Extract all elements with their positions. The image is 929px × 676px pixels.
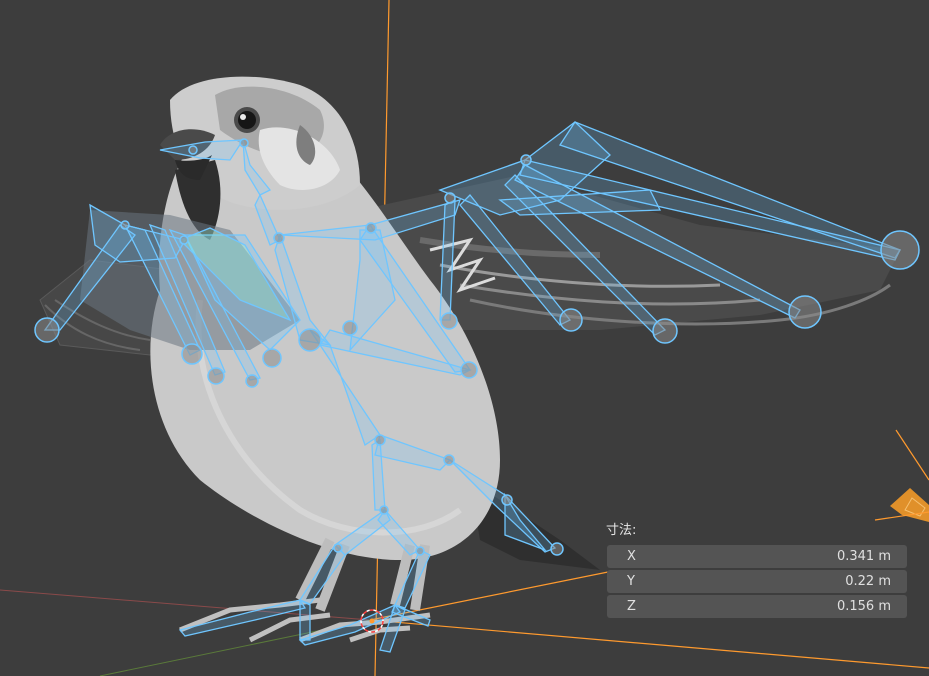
light-object[interactable] [874, 488, 929, 522]
dimension-z-value: 0.156 m [836, 599, 891, 614]
dimension-y-label: Y [627, 574, 635, 589]
dimension-z-field[interactable]: Z 0.156 m [607, 595, 907, 618]
guide-line [369, 619, 929, 669]
dimension-y-field[interactable]: Y 0.22 m [607, 570, 907, 593]
guide-line [895, 429, 929, 481]
dimension-y-value: 0.22 m [845, 574, 891, 589]
3d-viewport[interactable]: 寸法: X 0.341 m Y 0.22 m Z 0.156 m [0, 0, 929, 676]
dimensions-title: 寸法: [606, 523, 637, 538]
dimension-x-label: X [627, 549, 636, 564]
dimension-x-field[interactable]: X 0.341 m [607, 545, 907, 568]
dimension-z-label: Z [627, 599, 636, 614]
dimension-x-value: 0.341 m [836, 549, 891, 564]
dimensions-panel: 寸法: X 0.341 m Y 0.22 m Z 0.156 m [601, 521, 907, 620]
